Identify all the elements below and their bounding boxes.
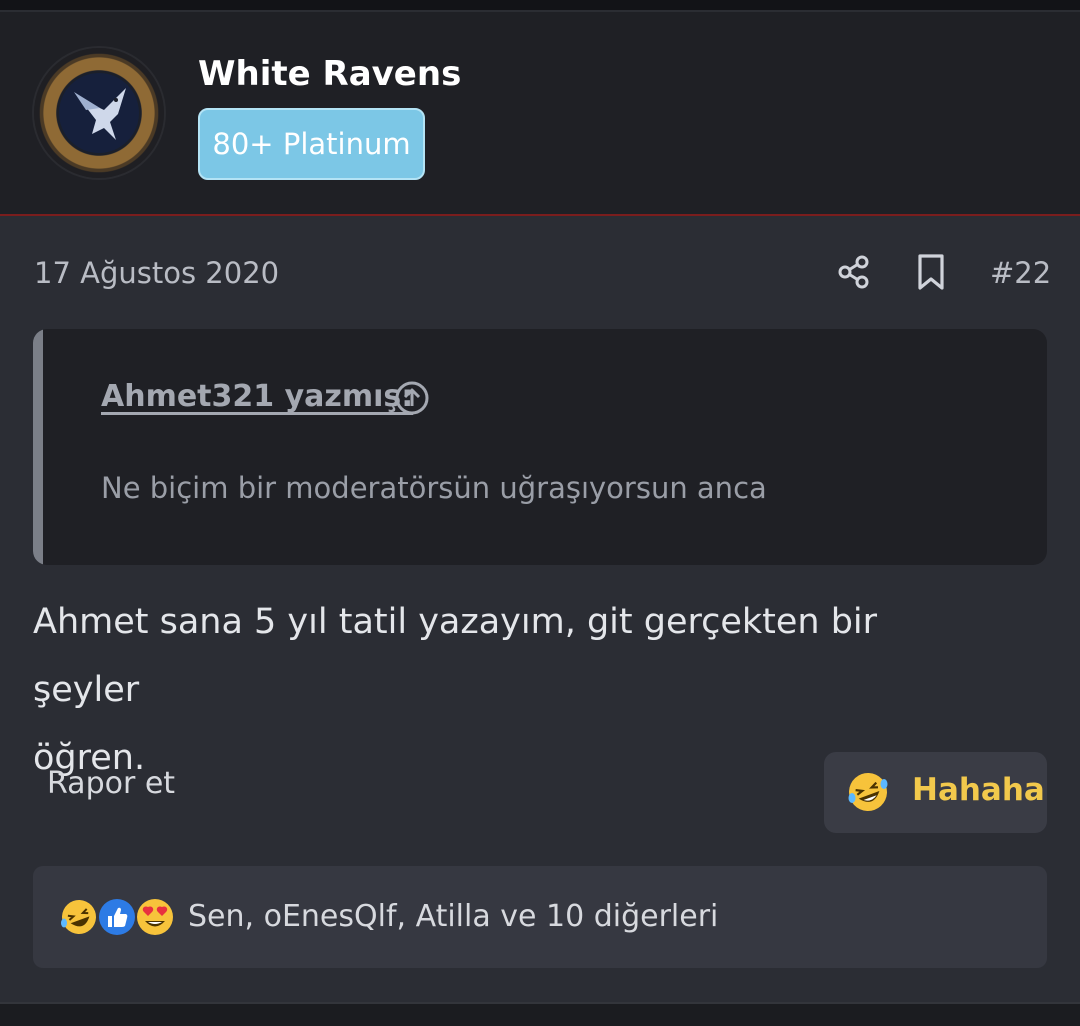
- laughing-emoji-icon: [61, 900, 96, 934]
- raven-emblem-icon: [59, 73, 139, 153]
- bottom-strip: [0, 1002, 1080, 1026]
- quote-block: Ahmet321 yazmış: Ne biçim bir moderatörs…: [33, 329, 1047, 565]
- reactions-summary-bar[interactable]: Sen, oEnesQlf, Atilla ve 10 diğerleri: [33, 866, 1047, 968]
- share-icon[interactable]: [836, 254, 872, 290]
- heart-eyes-emoji-icon: [137, 899, 173, 935]
- reaction-button[interactable]: Hahaha: [824, 752, 1047, 833]
- username[interactable]: White Ravens: [198, 54, 461, 94]
- top-strip: [0, 0, 1080, 12]
- quote-text: Ne biçim bir moderatörsün uğraşıyorsun a…: [101, 471, 767, 505]
- laughing-emoji-icon: [848, 773, 888, 811]
- bookmark-icon[interactable]: [914, 252, 948, 292]
- quote-bar: [33, 329, 43, 565]
- post-number-link[interactable]: #22: [990, 256, 1051, 290]
- user-header: White Ravens 80+ Platinum: [0, 12, 1080, 216]
- reactions-summary-text[interactable]: Sen, oEnesQlf, Atilla ve 10 diğerleri: [188, 899, 718, 934]
- thumbs-up-emoji-icon: [99, 899, 135, 935]
- post-container: 17 Ağustos 2020 #22 Ahmet321 yazmış: Ne …: [0, 216, 1080, 1002]
- user-avatar[interactable]: [34, 48, 164, 178]
- post-date[interactable]: 17 Ağustos 2020: [34, 256, 279, 290]
- rank-badge: 80+ Platinum: [198, 108, 425, 180]
- quote-author-link[interactable]: Ahmet321 yazmış:: [101, 379, 413, 414]
- report-link[interactable]: Rapor et: [47, 766, 175, 801]
- message-line: Ahmet sana 5 yıl tatil yazayım, git gerç…: [33, 602, 878, 710]
- arrow-up-circle-icon[interactable]: [394, 380, 430, 416]
- reaction-label: Hahaha: [912, 772, 1045, 808]
